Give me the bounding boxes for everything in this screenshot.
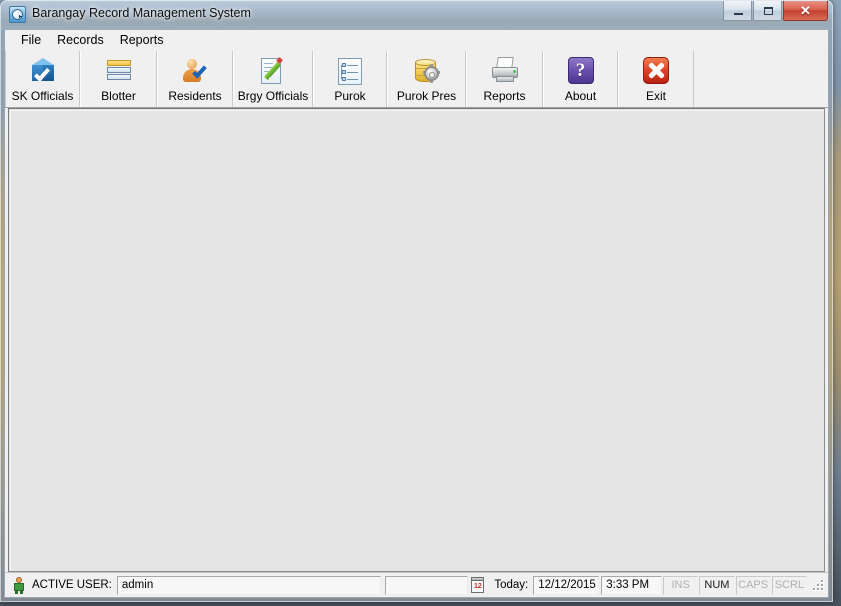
calendar-icon: 12 [470, 576, 485, 594]
close-icon: ✕ [800, 3, 811, 18]
application-window: Barangay Record Management System ✕ File… [0, 0, 833, 602]
close-button[interactable]: ✕ [783, 1, 828, 21]
menu-item-file[interactable]: File [13, 31, 49, 50]
database-gear-icon [410, 55, 444, 88]
toolbar-button-reports[interactable]: Reports [466, 51, 543, 107]
toolbar: SK Officials Blotter Residents Brgy Offi… [5, 51, 828, 108]
status-spacer-panel [385, 575, 469, 595]
toolbar-button-residents[interactable]: Residents [157, 51, 233, 107]
active-user-label: ACTIVE USER: [32, 579, 112, 591]
window-title: Barangay Record Management System [32, 6, 251, 20]
toolbar-label-sk-officials: SK Officials [11, 89, 74, 103]
active-user-value: admin [116, 575, 382, 595]
toolbar-label-residents: Residents [168, 89, 222, 103]
toolbar-label-exit: Exit [645, 89, 666, 103]
toolbar-button-purok[interactable]: Purok [313, 51, 387, 107]
toolbar-label-purok-pres: Purok Pres [396, 89, 457, 103]
clock-icon [9, 6, 26, 23]
document-pencil-icon [256, 55, 290, 88]
maximize-button[interactable] [753, 1, 782, 21]
stacked-rows-icon [102, 55, 136, 88]
status-indicator-scrl: SCRL [771, 575, 807, 595]
date-value: 12/12/2015 [533, 575, 600, 595]
toolbar-label-about: About [564, 89, 597, 103]
window-client-area: File Records Reports SK Officials Blotte… [4, 30, 829, 598]
menu-bar: File Records Reports [5, 30, 828, 51]
red-x-icon [639, 55, 673, 88]
status-indicator-num: NUM [699, 575, 735, 595]
minimize-button[interactable] [723, 1, 752, 21]
toolbar-button-about[interactable]: ? About [543, 51, 618, 107]
main-work-area [8, 108, 825, 572]
toolbar-button-brgy-officials[interactable]: Brgy Officials [233, 51, 313, 107]
printer-icon [488, 55, 522, 88]
toolbar-button-purok-pres[interactable]: Purok Pres [387, 51, 466, 107]
maximize-icon [764, 7, 773, 15]
person-check-icon [178, 55, 212, 88]
toolbar-button-exit[interactable]: Exit [618, 51, 694, 107]
time-value: 3:33 PM [601, 575, 663, 595]
toolbar-button-blotter[interactable]: Blotter [80, 51, 157, 107]
menu-item-reports[interactable]: Reports [112, 31, 172, 50]
toolbar-label-purok: Purok [334, 89, 366, 103]
user-icon [12, 576, 27, 594]
status-bar: ACTIVE USER: admin 12 Today: 12/12/2015 … [5, 572, 828, 597]
document-tree-icon [333, 55, 367, 88]
menu-item-records[interactable]: Records [49, 31, 112, 50]
toolbar-button-sk-officials[interactable]: SK Officials [5, 51, 80, 107]
today-label: Today: [494, 579, 529, 591]
blue-cube-check-icon [26, 55, 60, 88]
toolbar-label-reports: Reports [483, 89, 526, 103]
toolbar-label-brgy-officials: Brgy Officials [237, 89, 309, 103]
title-bar[interactable]: Barangay Record Management System ✕ [0, 0, 833, 30]
toolbar-label-blotter: Blotter [101, 89, 136, 103]
minimize-icon [734, 13, 743, 15]
resize-grip-icon[interactable] [810, 577, 826, 593]
window-controls: ✕ [723, 1, 828, 21]
status-indicator-ins: INS [663, 575, 699, 595]
status-indicator-caps: CAPS [735, 575, 771, 595]
question-mark-icon: ? [564, 55, 598, 88]
